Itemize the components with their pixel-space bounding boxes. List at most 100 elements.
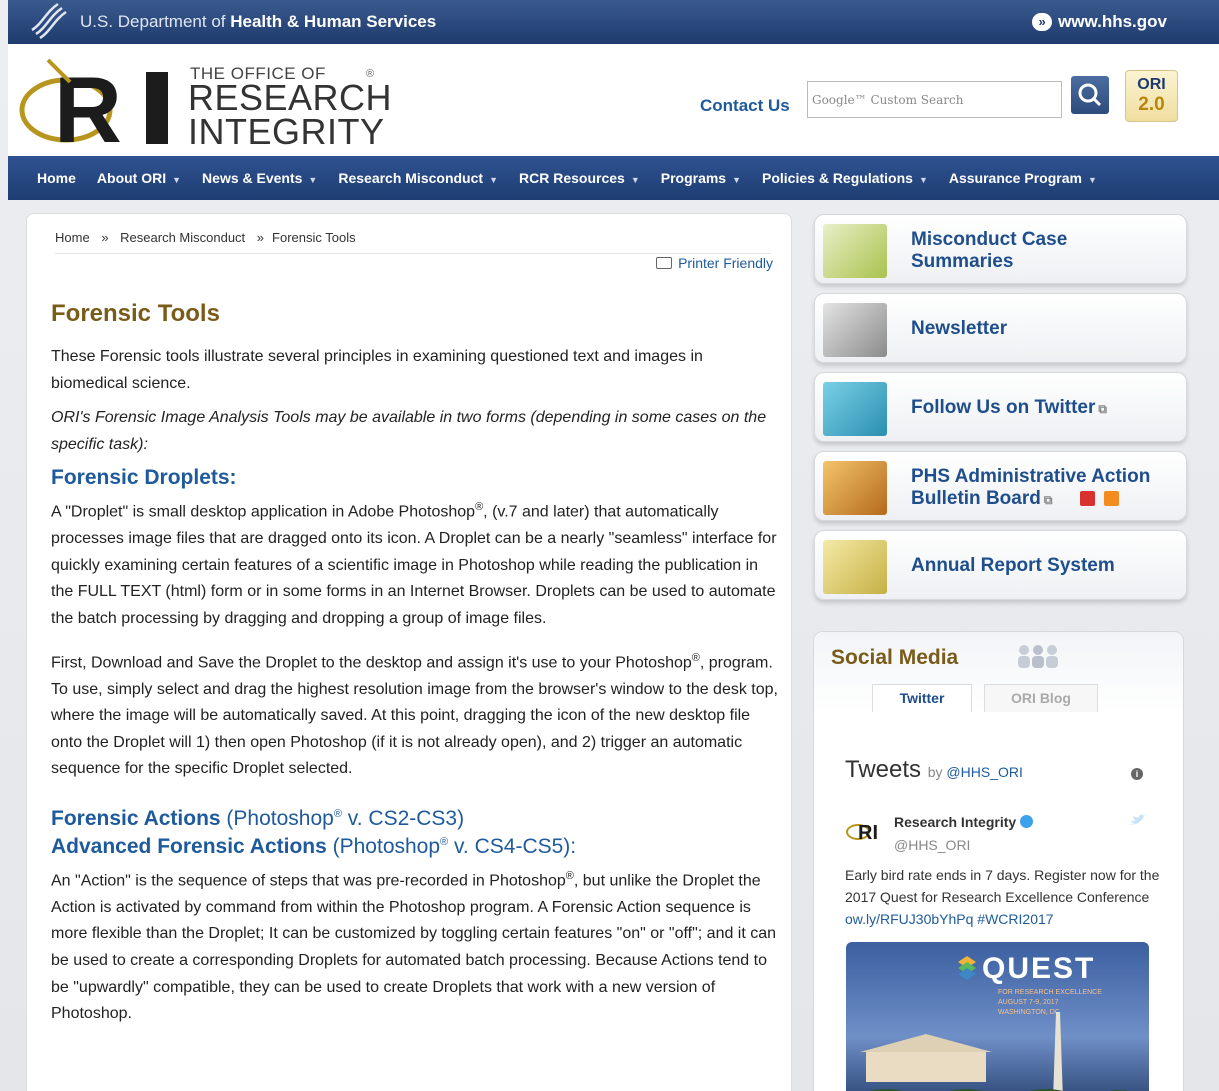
hhs-site-link[interactable]: » www.hhs.gov [1032, 12, 1167, 32]
hhs-eagle-icon[interactable] [28, 0, 74, 44]
search-button[interactable] [1071, 76, 1109, 114]
tweet-text: Early bird rate ends in 7 days. Register… [845, 864, 1160, 930]
ori-avatar[interactable]: RI [844, 818, 888, 844]
svg-text:RI: RI [858, 822, 878, 844]
tile-label-line: Misconduct Case [911, 229, 1068, 250]
registered-mark: ® [691, 651, 700, 664]
text-span: A "Droplet" is small desktop application… [51, 503, 476, 521]
intro-paragraph: These Forensic tools illustrate several … [51, 348, 703, 392]
tab-ori-blog[interactable]: ORI Blog [984, 684, 1098, 712]
nav-item-assurance-program[interactable]: Assurance Program ▼ [949, 170, 1097, 186]
forensic-actions-link[interactable]: Forensic Actions (Photoshop® v. CS2-CS3) [51, 807, 781, 831]
nav-item-programs[interactable]: Programs ▼ [661, 170, 741, 186]
hhs-department-name[interactable]: U.S. Department of Health & Human Servic… [80, 12, 436, 32]
hhs-dept-prefix: U.S. Department of [80, 12, 231, 31]
twitter-bird-icon[interactable] [1127, 812, 1147, 828]
tweets-handle-link[interactable]: @HHS_ORI [946, 764, 1022, 780]
tweet-link[interactable]: ow.ly/RFUJ30bYhPq [845, 911, 973, 927]
breadcrumb-home-link[interactable]: Home [55, 230, 90, 245]
nav-label: RCR Resources [518, 170, 625, 186]
info-icon[interactable]: i [1131, 768, 1143, 780]
main-nav: Home About ORI ▼ News & Events ▼ Research … [8, 156, 1219, 200]
breadcrumb-current: Forensic Tools [272, 230, 356, 245]
nav-item-policies-regulations[interactable]: Policies & Regulations ▼ [762, 170, 928, 186]
tile-newsletter[interactable]: Newsletter [814, 293, 1187, 363]
hhs-dept-bold: Health & Human Services [230, 12, 437, 31]
heading-light: v. CS4-CS5): [448, 834, 577, 858]
registered-mark: ® [475, 501, 484, 514]
nav-item-news-events[interactable]: News & Events ▼ [202, 170, 317, 186]
intro-italic-paragraph: ORI's Forensic Image Analysis Tools may … [51, 409, 767, 453]
quest-subtitle-line: AUGUST 7-9, 2017 [998, 999, 1059, 1006]
tweet-author[interactable]: Research Integrity [894, 814, 1034, 830]
page-title: Forensic Tools [51, 300, 220, 327]
pdf-icon[interactable] [1079, 491, 1095, 506]
tweet-image-quest[interactable]: QUEST FOR RESEARCH EXCELLENCE AUGUST 7-9,… [846, 942, 1149, 1091]
tweets-by: by [927, 764, 943, 780]
tweets-heading: Tweets by @HHS_ORI [845, 756, 1023, 784]
tile-annual-report-system[interactable]: Annual Report System [814, 530, 1187, 600]
ori-logo[interactable]: R THE OFFICE OF ® RESEARCH INTEGRITY [18, 52, 392, 152]
tile-phs-administrative-action[interactable]: PHS Administrative Action Bulletin Board ⧉ [814, 451, 1187, 521]
chevron-down-icon: ▼ [732, 175, 742, 185]
external-link-icon: ⧉ [1098, 402, 1107, 416]
nav-item-rcr-resources[interactable]: RCR Resources ▼ [519, 170, 640, 186]
printer-friendly-link[interactable]: Printer Friendly [656, 255, 773, 271]
search-placeholder: Google™ Custom Search [812, 93, 964, 107]
nav-item-research-misconduct[interactable]: Research Misconduct ▼ [338, 170, 498, 186]
open-book-icon [823, 224, 887, 278]
nav-item-home[interactable]: Home [37, 170, 76, 186]
registered-mark: ® [565, 869, 574, 882]
breadcrumb-separator: » [101, 230, 109, 245]
tile-label-line: Follow Us on Twitter [911, 397, 1096, 418]
bulletin-board-icon [823, 461, 887, 515]
quest-subtitle-line: FOR RESEARCH EXCELLENCE [998, 989, 1102, 996]
tweet-handle[interactable]: @HHS_ORI [894, 837, 970, 853]
quest-logo-icon [958, 956, 976, 980]
tweet-author-name: Research Integrity [894, 814, 1017, 830]
nav-label: News & Events [202, 170, 303, 186]
tile-label-line: Bulletin Board [911, 488, 1041, 509]
tile-label: Annual Report System [911, 555, 1115, 576]
ori-logo-mark-icon: R [19, 57, 168, 152]
report-icon [823, 540, 887, 594]
actions-paragraph: An "Action" is the sequence of steps tha… [51, 863, 781, 1028]
verified-badge-icon [1020, 815, 1034, 828]
tile-follow-us-on-twitter[interactable]: Follow Us on Twitter ⧉ [814, 372, 1187, 442]
heading-light: (Photoshop [326, 834, 441, 858]
chevron-down-icon: ▼ [489, 175, 498, 185]
washington-monument-illustration [860, 1012, 1129, 1091]
nav-item-about-ori[interactable]: About ORI ▼ [97, 170, 181, 186]
site-header: R THE OFFICE OF ® RESEARCH INTEGRITY Con… [8, 44, 1219, 156]
newsletter-icon [823, 303, 887, 357]
text-span: , but unlike the Droplet the Action is a… [51, 872, 777, 1023]
breadcrumb-research-misconduct-link[interactable]: Research Misconduct [120, 230, 245, 245]
heading-light: (Photoshop [220, 806, 334, 830]
svg-text:R: R [54, 57, 122, 152]
tweet-hashtag[interactable]: #WCRI2017 [973, 911, 1053, 927]
double-chevron-right-icon: » [1032, 13, 1053, 31]
tile-label: Misconduct Case Summaries [911, 229, 1067, 273]
tile-misconduct-case-summaries[interactable]: Misconduct Case Summaries [814, 214, 1187, 284]
ori-badge-top: ORI [1137, 76, 1166, 93]
tab-twitter[interactable]: Twitter [872, 684, 972, 712]
nav-label: Policies & Regulations [762, 170, 913, 186]
heading-bold: Advanced Forensic Actions [51, 834, 327, 858]
search-input[interactable]: Google™ Custom Search [807, 81, 1062, 118]
tweets-title: Tweets [845, 756, 922, 783]
rss-icon[interactable] [1103, 491, 1119, 506]
external-link-icon: ⧉ [1043, 493, 1053, 507]
droplets-heading: Forensic Droplets: [51, 466, 237, 490]
social-media-title: Social Media [831, 646, 959, 669]
tweet-body: Early bird rate ends in 7 days. Register… [845, 867, 1160, 905]
contact-us-link[interactable]: Contact Us [700, 96, 790, 116]
search-icon [1078, 83, 1102, 107]
advanced-forensic-actions-link[interactable]: Advanced Forensic Actions (Photoshop® v.… [51, 835, 781, 859]
ori-2-0-badge[interactable]: ORI 2.0 [1125, 70, 1178, 122]
tile-label: Follow Us on Twitter ⧉ [911, 397, 1107, 420]
article: Forensic Tools These Forensic tools illu… [51, 300, 781, 1036]
chevron-down-icon: ▼ [172, 175, 182, 185]
chevron-down-icon: ▼ [1087, 175, 1097, 185]
nav-label: Programs [660, 170, 727, 186]
people-group-icon [1018, 645, 1058, 668]
